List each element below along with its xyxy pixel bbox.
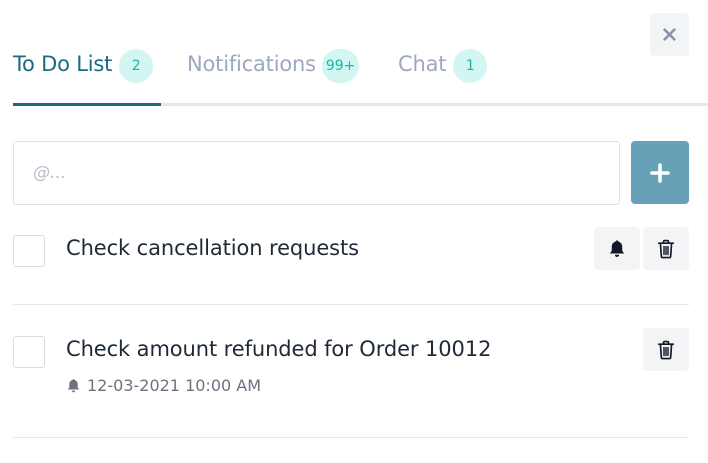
divider — [13, 437, 689, 438]
tab-notifications[interactable]: Notifications 99+ — [187, 44, 360, 84]
trash-icon — [657, 239, 675, 258]
set-reminder-button[interactable] — [594, 227, 640, 270]
todo-checkbox[interactable] — [13, 336, 45, 368]
tab-label: Notifications — [187, 52, 316, 76]
plus-icon — [650, 162, 670, 183]
count-badge: 2 — [119, 49, 154, 83]
todo-item: Check amount refunded for Order 10012 12… — [13, 327, 689, 407]
delete-todo-button[interactable] — [643, 227, 689, 270]
todo-reminder: 12-03-2021 10:00 AM — [66, 376, 261, 395]
reminder-datetime: 12-03-2021 10:00 AM — [87, 376, 262, 395]
tab-to-do-list[interactable]: To Do List 2 — [13, 44, 154, 84]
delete-todo-button[interactable] — [643, 328, 689, 371]
count-badge: 99+ — [321, 49, 360, 83]
add-todo-button[interactable] — [631, 141, 689, 204]
todo-text: Check cancellation requests — [66, 236, 359, 260]
tab-chat[interactable]: Chat 1 — [398, 44, 488, 84]
todo-text: Check amount refunded for Order 10012 — [66, 337, 492, 361]
todo-item: Check cancellation requests — [13, 226, 689, 286]
todo-checkbox[interactable] — [13, 235, 45, 267]
count-badge: 1 — [453, 49, 488, 83]
tab-bar: To Do List 2 Notifications 99+ Chat 1 — [13, 44, 708, 106]
trash-icon — [657, 340, 675, 359]
todo-input[interactable] — [13, 141, 620, 205]
tab-label: Chat — [398, 52, 447, 76]
bell-icon — [609, 239, 625, 257]
close-icon — [663, 28, 676, 41]
new-todo-row — [13, 141, 689, 205]
active-tab-indicator — [13, 103, 161, 106]
tab-label: To Do List — [13, 52, 113, 76]
bell-icon — [67, 378, 80, 392]
divider — [13, 304, 689, 305]
